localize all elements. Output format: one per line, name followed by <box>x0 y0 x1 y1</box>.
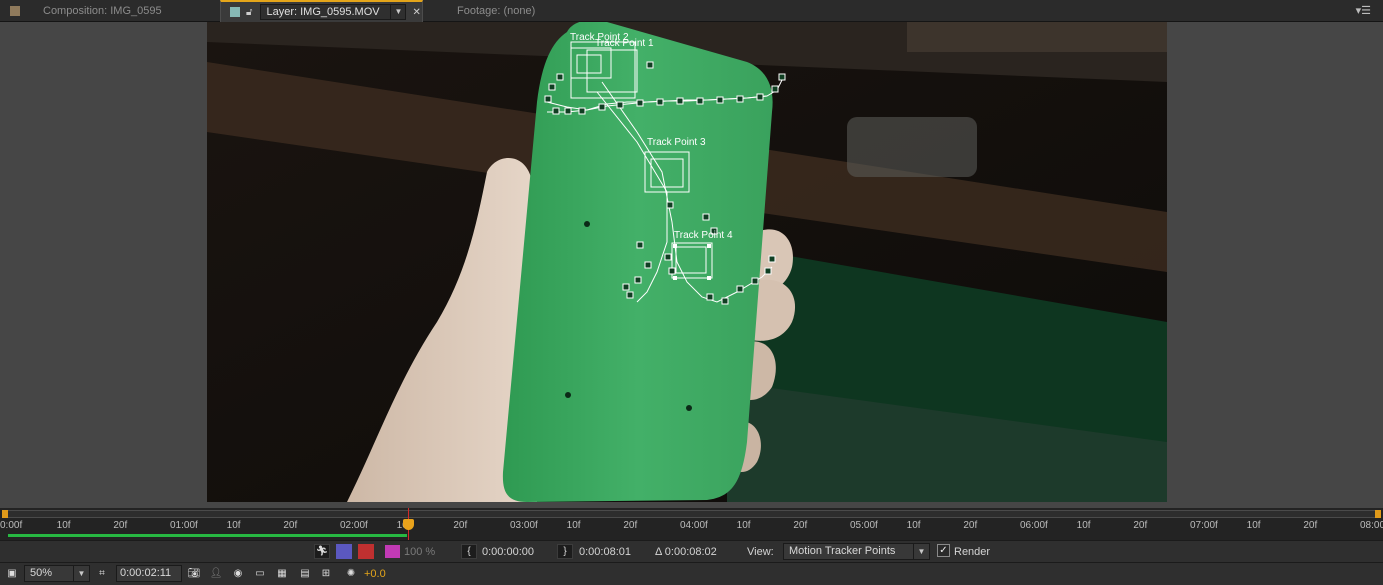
chevron-down-icon: ▼ <box>73 566 89 581</box>
layer-viewer-frame[interactable]: Track Point 2 Track Point 1 Track Point … <box>207 22 1167 502</box>
magnification-select[interactable]: 50% ▼ <box>24 565 90 582</box>
chevron-down-icon[interactable]: ▼ <box>390 5 405 19</box>
always-preview-icon[interactable]: ▣ <box>4 566 20 581</box>
ruler-tick-label: 10f <box>736 520 751 531</box>
chevron-down-icon: ▼ <box>913 544 929 559</box>
track-point-1-label: Track Point 1 <box>595 38 654 49</box>
ruler-tick-label: 04:00f <box>680 520 708 531</box>
ruler-tick-label: 10f <box>1076 520 1091 531</box>
ruler-tick-label: 0:00f <box>0 520 23 531</box>
fast-preview-icon[interactable]: ⊞ <box>318 566 334 581</box>
ruler-tick-label: 02:00f <box>340 520 368 531</box>
composition-color-swatch <box>10 6 20 16</box>
tab-footage-label: Footage: (none) <box>457 5 536 17</box>
tab-layer-label: Layer: IMG_0595.MOV <box>266 6 380 18</box>
ruler-tick-label: 20f <box>113 520 128 531</box>
view-select[interactable]: Motion Tracker Points ▼ <box>783 543 930 560</box>
layer-controls-row: 🏃︎ 100 % { 0:00:00:00 } 0:00:08:01 Δ 0:0… <box>0 540 1383 562</box>
transparency-swatch-icon[interactable] <box>385 545 400 558</box>
view-select-value: Motion Tracker Points <box>789 545 896 557</box>
tab-footage[interactable]: Footage: (none) <box>424 0 654 22</box>
reset-exposure-icon[interactable]: ✺ <box>343 566 359 581</box>
ruler-tick-label: 20f <box>453 520 468 531</box>
ruler-tick-label: 10f <box>906 520 921 531</box>
panel-tab-bar: Composition: IMG_0595 🔓︎ Layer: IMG_0595… <box>0 0 1383 22</box>
region-of-interest-icon[interactable]: ▭ <box>252 566 268 581</box>
ruler-tick-label: 05:00f <box>850 520 878 531</box>
set-in-point-icon[interactable]: { <box>461 544 477 559</box>
ruler-tick-label: 20f <box>623 520 638 531</box>
duration-time: Δ 0:00:08:02 <box>655 546 717 558</box>
close-icon[interactable]: ✕ <box>412 7 420 18</box>
opacity-value: 100 % <box>404 546 436 558</box>
in-point-time[interactable]: 0:00:00:00 <box>482 546 534 558</box>
view-label: View: <box>747 546 774 558</box>
ruler-tick-label: 20f <box>963 520 978 531</box>
render-checkbox[interactable]: ✓ <box>937 544 950 557</box>
set-out-point-icon[interactable]: } <box>557 544 573 559</box>
ruler-tick-label: 20f <box>1133 520 1148 531</box>
ruler-tick-label: 10f <box>226 520 241 531</box>
tab-layer[interactable]: 🔓︎ Layer: IMG_0595.MOV ▼ ✕ <box>220 0 423 22</box>
title-action-safe-icon[interactable]: ⌗ <box>94 566 110 581</box>
color-channel-icon[interactable] <box>336 544 352 559</box>
channel-icon[interactable]: ◉ <box>230 566 246 581</box>
ruler-tick-label: 20f <box>283 520 298 531</box>
layer-color-swatch <box>230 7 240 17</box>
alpha-icon[interactable]: 🏃︎ <box>314 544 330 559</box>
ruler-tick-label: 06:00f <box>1020 520 1048 531</box>
out-point-time[interactable]: 0:00:08:01 <box>579 546 631 558</box>
ruler-tick-label: 10f <box>56 520 71 531</box>
track-point-4-label: Track Point 4 <box>674 230 733 241</box>
transparency-grid-icon[interactable]: ▦ <box>274 566 290 581</box>
ruler-tick-label: 20f <box>1303 520 1318 531</box>
snapshot-icon[interactable]: 📷︎ <box>186 566 202 581</box>
layer-selector[interactable]: Layer: IMG_0595.MOV ▼ <box>260 4 407 20</box>
tab-composition[interactable]: Composition: IMG_0595 <box>0 0 214 22</box>
track-point-3-label: Track Point 3 <box>647 137 706 148</box>
ruler-tick-label: 03:00f <box>510 520 538 531</box>
ruler-tick-label: 01:00f <box>170 520 198 531</box>
tab-composition-label: Composition: IMG_0595 <box>43 5 162 17</box>
current-time-value: 0:00:02:11 <box>120 567 172 579</box>
ruler-tick-label: 20f <box>793 520 808 531</box>
overlay-color-icon[interactable] <box>358 544 374 559</box>
lock-icon[interactable]: 🔓︎ <box>246 7 252 18</box>
ruler-tick-label: 10f <box>566 520 581 531</box>
ruler-tick-label: 08:00f <box>1360 520 1383 531</box>
exposure-value[interactable]: +0.0 <box>364 568 386 580</box>
layer-controls-icon[interactable]: ▤ <box>297 566 313 581</box>
ruler-tick-label: 07:00f <box>1190 520 1218 531</box>
time-ruler[interactable]: 0:00f 10f 20f 01:00f 10f 20f 02:00f 10f 20f 03:00… <box>0 508 1383 540</box>
cache-indicator-bar <box>8 534 407 537</box>
panel-menu-icon[interactable]: ▾☰ <box>1356 4 1371 17</box>
render-label: Render <box>954 546 991 558</box>
footage-image: Track Point 2 Track Point 1 Track Point … <box>207 22 1167 502</box>
ruler-tick-label: 10f <box>1246 520 1261 531</box>
playhead-handle[interactable] <box>403 519 414 530</box>
viewer-footer-row: ▣ 50% ▼ ⌗ 0:00:02:11 📷︎ 👤︎ ◉ ▭ ▦ ▤ ⊞ ✺ +… <box>0 562 1383 585</box>
current-time-display[interactable]: 0:00:02:11 <box>116 565 182 582</box>
show-snapshot-icon[interactable]: 👤︎ <box>208 566 224 581</box>
magnification-value: 50% <box>30 567 53 579</box>
